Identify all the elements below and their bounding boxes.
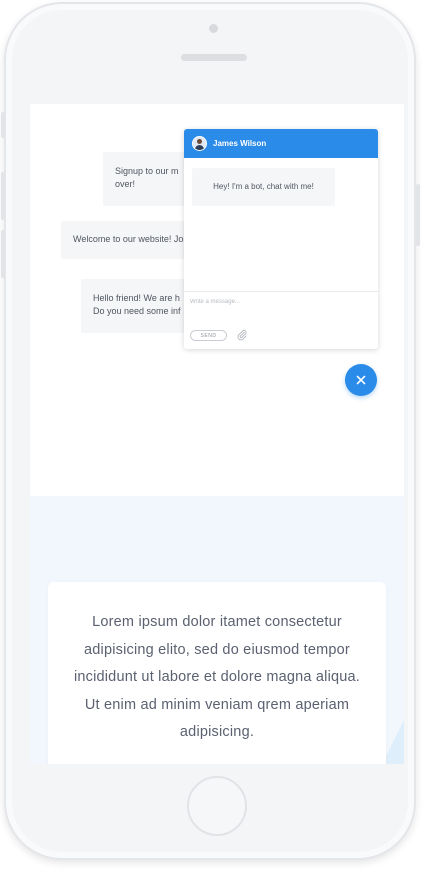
phone-camera: [209, 24, 218, 33]
close-chat-button[interactable]: [345, 364, 377, 396]
text-card: Lorem ipsum dolor itamet consectetur adi…: [48, 582, 386, 764]
chat-divider: [184, 291, 378, 292]
phone-frame: Signup to our m over! Welcome to our web…: [1, 2, 420, 860]
phone-volume-down-button: [1, 230, 5, 278]
content-section: Lorem ipsum dolor itamet consectetur adi…: [30, 496, 404, 764]
phone-speaker: [181, 54, 247, 61]
chat-window: James Wilson Hey! I'm a bot, chat with m…: [184, 129, 378, 349]
send-button[interactable]: SEND: [190, 330, 227, 341]
user-avatar: [192, 136, 207, 151]
phone-side-button: [1, 112, 5, 138]
paperclip-icon[interactable]: [236, 329, 248, 341]
bot-message: Hey! I'm a bot, chat with me!: [192, 168, 335, 206]
phone-screen: Signup to our m over! Welcome to our web…: [30, 104, 404, 764]
message-input[interactable]: [190, 296, 370, 308]
card-text: Lorem ipsum dolor itamet consectetur adi…: [73, 614, 361, 740]
agent-name: James Wilson: [213, 139, 267, 148]
phone-power-button: [416, 184, 420, 246]
phone-volume-up-button: [1, 172, 5, 220]
close-icon: [356, 375, 366, 385]
chat-header: James Wilson: [184, 129, 378, 158]
home-button[interactable]: [187, 776, 247, 836]
